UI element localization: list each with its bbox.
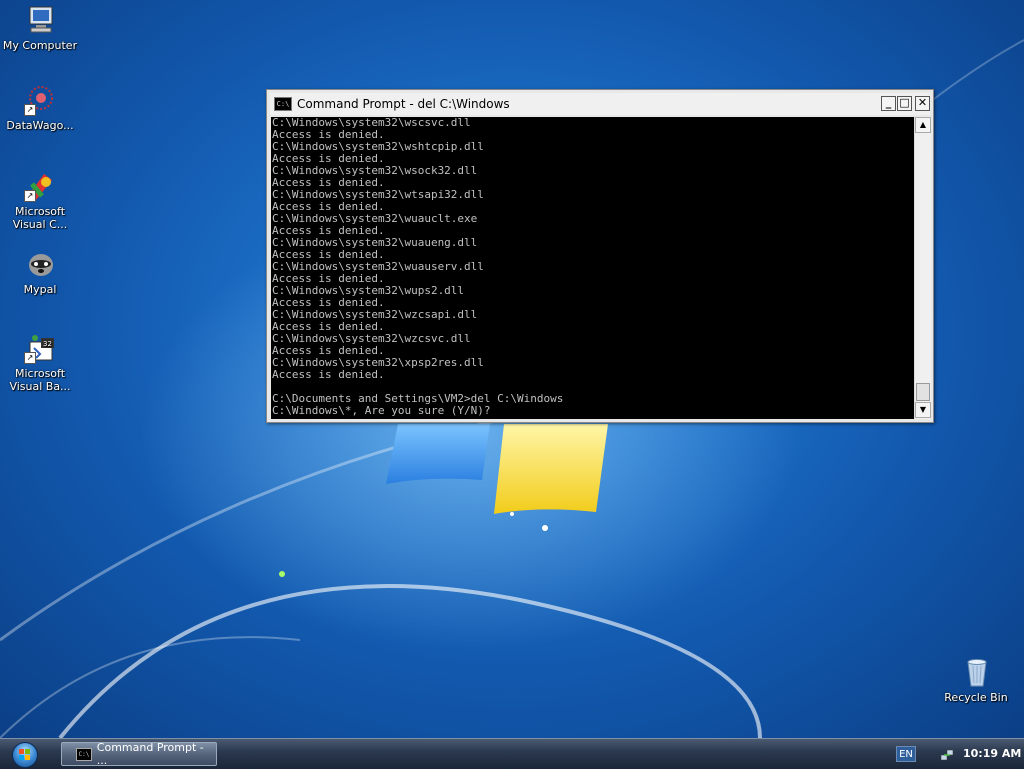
- desktop-icon-recycle-bin[interactable]: Recycle Bin: [936, 656, 1016, 704]
- close-button[interactable]: ✕: [915, 96, 930, 111]
- shortcut-arrow-icon: ↗: [24, 352, 36, 364]
- desktop-icon-visual-c[interactable]: ↗ Microsoft Visual C...: [0, 170, 80, 231]
- datawagon-icon: ↗: [24, 84, 56, 116]
- taskbar-button-label: Command Prompt - ...: [96, 741, 204, 767]
- console-confirm-line: C:\Windows\*, Are you sure (Y/N)?: [272, 404, 491, 417]
- vertical-scrollbar[interactable]: ▲ ▼: [914, 117, 931, 419]
- console-output[interactable]: C:\Windows\system32\wscsvc.dll Access is…: [271, 117, 914, 419]
- desktop-icon-visual-basic[interactable]: 32 ↗ Microsoft Visual Ba...: [0, 332, 80, 393]
- desktop-icon-label: Microsoft Visual C...: [12, 205, 68, 231]
- scroll-up-button[interactable]: ▲: [915, 117, 931, 133]
- desktop-icon-mypal[interactable]: Mypal: [0, 248, 80, 296]
- visual-basic-icon: 32 ↗: [24, 332, 56, 364]
- start-button[interactable]: [6, 740, 44, 768]
- taskbar: C:\ Command Prompt - ... EN 10:19 AM: [0, 738, 1024, 769]
- command-prompt-window[interactable]: C:\ Command Prompt - del C:\Windows _ □ …: [266, 89, 934, 423]
- desktop-icon-label: Mypal: [23, 283, 57, 296]
- language-indicator[interactable]: EN: [896, 746, 916, 762]
- windows-start-icon: [12, 742, 38, 768]
- shortcut-arrow-icon: ↗: [24, 104, 36, 116]
- visual-c-icon: ↗: [24, 170, 56, 202]
- desktop-icon-label: DataWago...: [6, 119, 74, 132]
- system-clock[interactable]: 10:19 AM: [963, 747, 1021, 760]
- command-prompt-icon: C:\: [76, 747, 92, 761]
- maximize-button[interactable]: □: [897, 96, 912, 111]
- desktop-icon-label: Microsoft Visual Ba...: [9, 367, 71, 393]
- recycle-bin-icon: [960, 656, 992, 688]
- taskbar-button-command-prompt[interactable]: C:\ Command Prompt - ...: [61, 741, 217, 767]
- my-computer-icon: [24, 4, 56, 36]
- command-prompt-icon: C:\: [274, 97, 292, 111]
- minimize-button[interactable]: _: [881, 96, 896, 111]
- scroll-down-button[interactable]: ▼: [915, 402, 931, 418]
- desktop-icon-my-computer[interactable]: My Computer: [0, 4, 80, 52]
- network-icon[interactable]: [940, 747, 954, 761]
- console-line: Access is denied.: [272, 368, 385, 381]
- desktop-icon-label: My Computer: [2, 39, 78, 52]
- mypal-icon: [24, 248, 56, 280]
- window-titlebar[interactable]: C:\ Command Prompt - del C:\Windows _ □ …: [270, 93, 930, 115]
- desktop: My Computer ↗ DataWago... ↗ Microsoft Vi…: [0, 0, 1024, 738]
- window-title: Command Prompt - del C:\Windows: [297, 97, 510, 111]
- svg-text:32: 32: [43, 340, 52, 348]
- desktop-icon-datawagon[interactable]: ↗ DataWago...: [0, 84, 80, 132]
- scrollbar-thumb[interactable]: [916, 383, 930, 401]
- desktop-icon-label: Recycle Bin: [944, 691, 1008, 704]
- shortcut-arrow-icon: ↗: [24, 190, 36, 202]
